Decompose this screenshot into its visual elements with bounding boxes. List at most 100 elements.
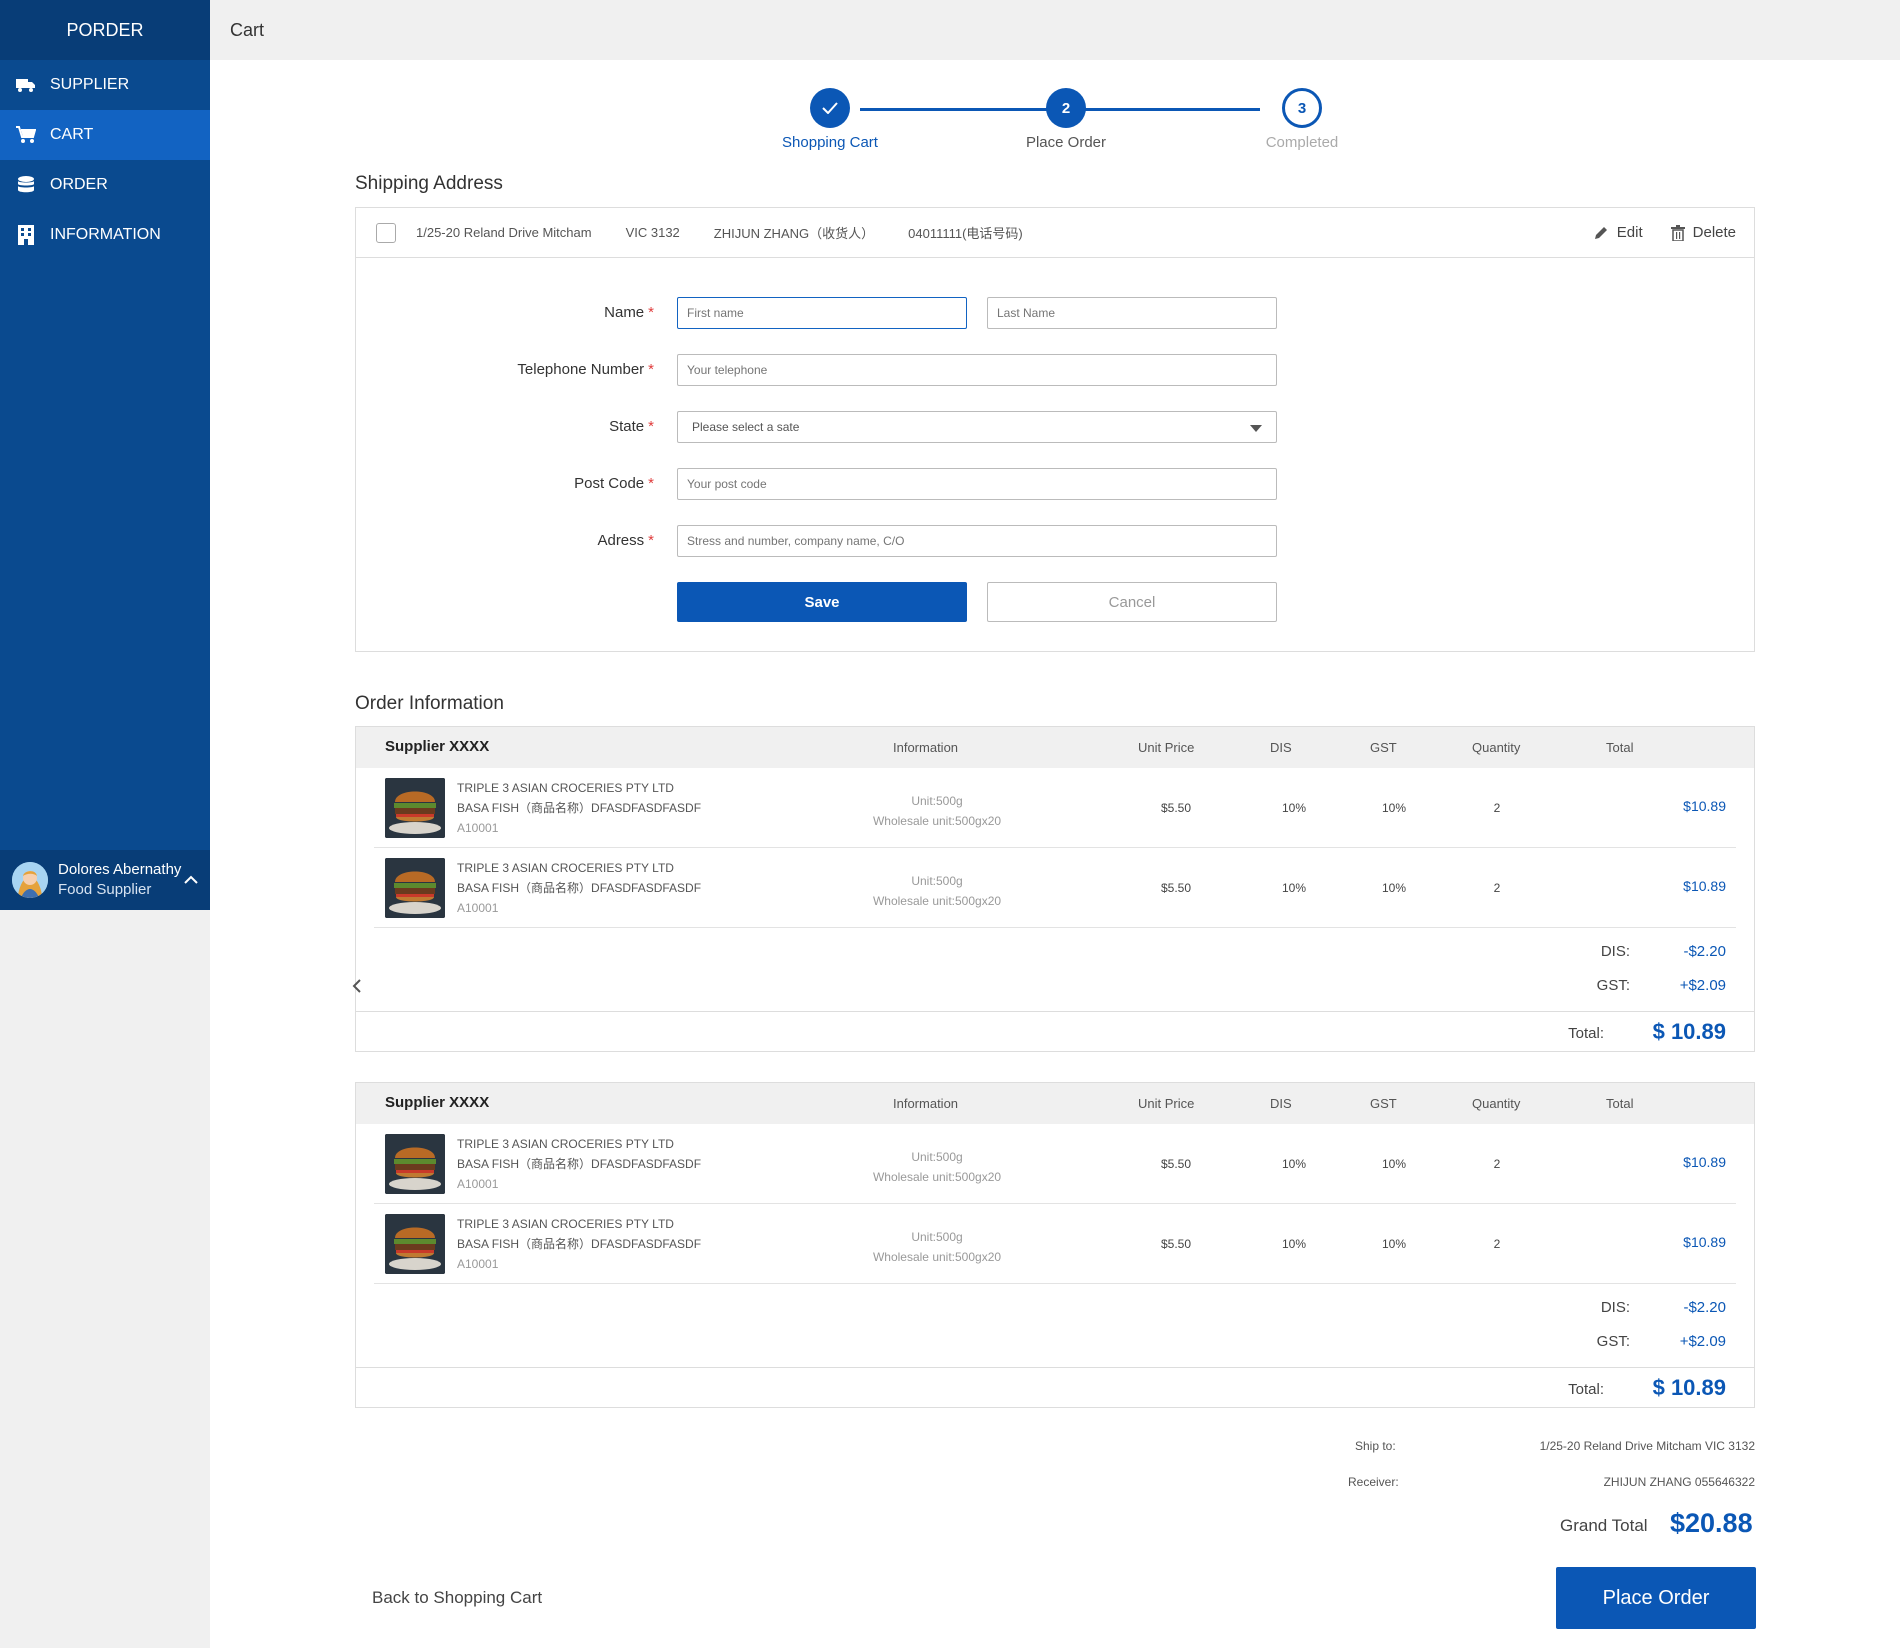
- state-select[interactable]: Please select a sate: [677, 411, 1277, 443]
- first-name-input[interactable]: [677, 297, 967, 329]
- product-unit: Unit:500g: [911, 1230, 963, 1244]
- discount: 10%: [1281, 881, 1307, 895]
- unit-price: $5.50: [1160, 881, 1192, 895]
- line-total: $10.89: [1683, 878, 1726, 894]
- supplier-total-value: $ 10.89: [1652, 1375, 1726, 1400]
- product-company: TRIPLE 3 ASIAN CROCERIES PTY LTD: [457, 781, 674, 795]
- step-label: Completed: [1265, 134, 1339, 151]
- product-name[interactable]: BASA FISH（商品名称）DFASDFASDFASDF: [457, 798, 701, 818]
- step-number: 3: [1282, 88, 1322, 128]
- delete-address-button[interactable]: Delete: [1670, 224, 1736, 241]
- address-label: Adress *: [597, 532, 654, 549]
- column-dis: DIS: [1270, 740, 1292, 755]
- product-company: TRIPLE 3 ASIAN CROCERIES PTY LTD: [457, 1137, 674, 1151]
- quantity: 2: [1493, 1237, 1501, 1251]
- step-number: 2: [1046, 88, 1086, 128]
- name-row: Name *: [356, 297, 1754, 329]
- product-image[interactable]: [385, 1134, 445, 1194]
- column-information: Information: [893, 740, 959, 755]
- product-name[interactable]: BASA FISH（商品名称）DFASDFASDFASDF: [457, 878, 701, 898]
- save-button[interactable]: Save: [677, 582, 967, 622]
- column-unit-price: Unit Price: [1138, 1096, 1195, 1111]
- gst: 10%: [1381, 801, 1407, 815]
- chevron-up-icon[interactable]: [184, 872, 198, 890]
- product-unit: Unit:500g: [911, 874, 963, 888]
- sidebar-item-cart[interactable]: CART: [0, 110, 210, 160]
- address-phone: 04011111(电话号码): [908, 226, 1023, 241]
- avatar: [12, 862, 48, 898]
- pencil-icon: [1594, 226, 1607, 239]
- unit-price: $5.50: [1160, 801, 1192, 815]
- product-sku: A10001: [457, 901, 499, 915]
- cancel-button[interactable]: Cancel: [987, 582, 1277, 622]
- quantity: 2: [1493, 881, 1501, 895]
- product-name[interactable]: BASA FISH（商品名称）DFASDFASDFASDF: [457, 1154, 701, 1174]
- telephone-input[interactable]: [677, 354, 1277, 386]
- gst-summary: GST: +$2.09: [1596, 977, 1726, 994]
- user-profile[interactable]: Dolores Abernathy Food Supplier: [0, 850, 210, 910]
- sidebar: PORDER SUPPLIER CART ORDER INFORMATION D…: [0, 0, 210, 910]
- address-input[interactable]: [677, 525, 1277, 557]
- gst-summary: GST: +$2.09: [1596, 1333, 1726, 1350]
- check-icon: [810, 88, 850, 128]
- database-icon: [16, 175, 36, 195]
- state-label: State *: [609, 418, 654, 435]
- step-shopping-cart[interactable]: Shopping Cart: [760, 88, 900, 151]
- product-image[interactable]: [385, 778, 445, 838]
- place-order-button[interactable]: Place Order: [1556, 1567, 1756, 1629]
- order-information-title: Order Information: [355, 693, 504, 714]
- sidebar-background: [0, 910, 210, 1648]
- cart-icon: [16, 125, 36, 145]
- product-image[interactable]: [385, 1214, 445, 1274]
- supplier-total-label: Total:: [1568, 1381, 1604, 1398]
- divider: [356, 1367, 1754, 1368]
- column-gst: GST: [1370, 740, 1397, 755]
- telephone-row: Telephone Number *: [356, 354, 1754, 386]
- product-unit: Unit:500g: [911, 1150, 963, 1164]
- edit-address-button[interactable]: Edit: [1593, 224, 1643, 241]
- grand-total-label: Grand Total: [1560, 1516, 1648, 1535]
- page-title: Cart: [230, 19, 265, 40]
- product-name[interactable]: BASA FISH（商品名称）DFASDFASDFASDF: [457, 1234, 701, 1254]
- last-name-input[interactable]: [987, 297, 1277, 329]
- product-sku: A10001: [457, 1177, 499, 1191]
- product-image[interactable]: [385, 858, 445, 918]
- column-quantity: Quantity: [1472, 1096, 1521, 1111]
- supplier-name: Supplier XXXX: [385, 738, 490, 755]
- address-receiver: ZHIJUN ZHANG（收货人）: [713, 226, 875, 241]
- brand-logo[interactable]: PORDER: [0, 0, 210, 60]
- order-table-header: Supplier XXXX Information Unit Price DIS GST…: [356, 727, 1754, 768]
- discount-summary: DIS: -$2.20: [1600, 943, 1726, 960]
- column-unit-price: Unit Price: [1138, 740, 1195, 755]
- divider: [356, 1011, 1754, 1012]
- product-wholesale-unit: Wholesale unit:500gx20: [872, 814, 1002, 828]
- sidebar-item-label: ORDER: [50, 176, 108, 193]
- receiver-label: Receiver:: [1348, 1475, 1399, 1489]
- order-table-header: Supplier XXXX Information Unit Price DIS GST…: [356, 1083, 1754, 1124]
- ship-to-label: Ship to:: [1355, 1439, 1396, 1453]
- column-quantity: Quantity: [1472, 740, 1521, 755]
- chevron-left-icon[interactable]: [352, 978, 362, 999]
- gst: 10%: [1381, 1157, 1407, 1171]
- sidebar-item-supplier[interactable]: SUPPLIER: [0, 60, 210, 110]
- grand-total-value: $20.88: [1670, 1508, 1753, 1538]
- state-row: State * Please select a sate: [356, 411, 1754, 443]
- sidebar-item-information[interactable]: INFORMATION: [0, 210, 210, 260]
- address-checkbox[interactable]: [376, 222, 396, 243]
- supplier-total-value: $ 10.89: [1652, 1019, 1726, 1044]
- supplier-order-panel: Supplier XXXX Information Unit Price DIS GST…: [355, 726, 1755, 1052]
- shipping-address-panel: 1/25-20 Reland Drive Mitcham VIC 3132 ZH…: [355, 207, 1755, 652]
- product-company: TRIPLE 3 ASIAN CROCERIES PTY LTD: [457, 1217, 674, 1231]
- discount: 10%: [1281, 801, 1307, 815]
- discount-summary: DIS: -$2.20: [1600, 1299, 1726, 1316]
- back-to-cart-link[interactable]: Back to Shopping Cart: [372, 1588, 542, 1608]
- postcode-input[interactable]: [677, 468, 1277, 500]
- unit-price: $5.50: [1160, 1157, 1192, 1171]
- step-place-order: 2 Place Order: [996, 88, 1136, 151]
- name-label: Name *: [604, 304, 654, 321]
- table-row: TRIPLE 3 ASIAN CROCERIES PTY LTD BASA FIS…: [374, 848, 1736, 928]
- line-total: $10.89: [1683, 1234, 1726, 1250]
- sidebar-item-order[interactable]: ORDER: [0, 160, 210, 210]
- discount: 10%: [1281, 1157, 1307, 1171]
- step-completed: 3 Completed: [1232, 88, 1372, 151]
